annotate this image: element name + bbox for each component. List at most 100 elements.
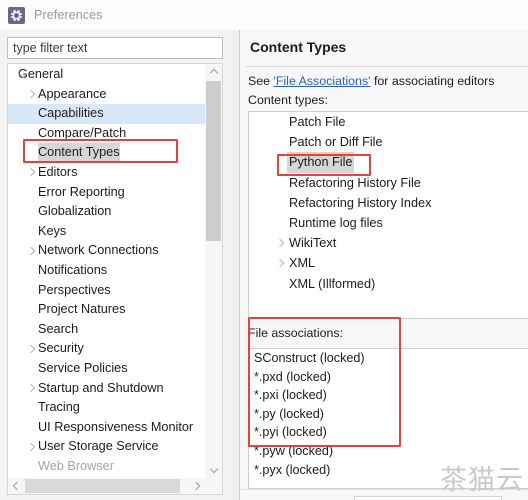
content-type-item[interactable]: Python File (249, 152, 528, 173)
file-associations-items: SConstruct (locked) *.pxd (locked) *.pxi (… (249, 349, 528, 479)
tree-item-label: Startup and Shutdown (38, 380, 164, 395)
tree-item-label: Service Policies (38, 360, 128, 375)
content-types-items: Patch File Patch or Diff File Python File R… (249, 112, 528, 294)
content-type-label: Patch or Diff File (289, 135, 383, 150)
default-encoding-input[interactable] (354, 496, 503, 500)
file-associations-hint: See 'File Associations' for associating … (248, 74, 494, 88)
content-type-label: Refactoring History Index (289, 195, 432, 210)
scroll-left-arrow-icon[interactable] (8, 478, 24, 494)
preferences-tree[interactable]: General Appearance Capabilities Compare/Pat… (7, 63, 223, 495)
scroll-up-arrow-icon[interactable] (205, 64, 222, 80)
content-type-label: WikiText (289, 236, 337, 251)
file-association-item[interactable]: *.pxi (locked) (249, 386, 528, 405)
tree-item[interactable]: Perspectives (8, 281, 206, 301)
content-type-label: Patch File (289, 115, 346, 129)
filter-input[interactable] (7, 37, 223, 59)
title-bar: Preferences (0, 0, 528, 30)
file-association-item[interactable]: *.py (locked) (249, 405, 528, 424)
file-association-item[interactable]: *.pyw (locked) (249, 442, 528, 461)
file-association-item[interactable]: SConstruct (locked) (249, 349, 528, 368)
content-type-item[interactable]: Patch File (249, 112, 528, 132)
tree-item-label: Keys (38, 223, 67, 238)
hint-prefix: See (248, 74, 274, 88)
tree-item-label: Globalization (38, 204, 112, 219)
content-type-label: Python File (287, 152, 355, 173)
content-type-label: Runtime log files (289, 215, 383, 230)
tree-item[interactable]: UI Responsiveness Monitor (8, 418, 206, 438)
tree-vertical-scrollbar[interactable] (205, 64, 222, 478)
file-associations-label: File associations: (248, 326, 344, 340)
content-types-label: Content types: (248, 93, 328, 107)
tree-item-label: Notifications (38, 262, 108, 277)
tree-item-label: General (18, 67, 64, 81)
vertical-scroll-thumb[interactable] (206, 81, 221, 241)
file-associations-link[interactable]: 'File Associations' (274, 74, 371, 88)
scroll-right-arrow-icon[interactable] (189, 478, 205, 494)
hint-suffix: for associating editors (370, 74, 495, 88)
tree-item-label: Tracing (38, 400, 80, 415)
tree-item-label: Security (38, 341, 84, 356)
tree-item-list: General Appearance Capabilities Compare/Pat… (8, 64, 206, 478)
scroll-down-arrow-icon[interactable] (205, 462, 222, 478)
file-association-item[interactable]: *.pyi (locked) (249, 423, 528, 442)
page-title: Content Types (250, 39, 347, 55)
tree-item[interactable]: Globalization (8, 202, 206, 222)
tree-item-label: Appearance (38, 86, 107, 101)
tree-item[interactable]: Compare/Patch (8, 124, 206, 144)
file-association-item[interactable]: *.pyx (locked) (249, 461, 528, 480)
tree-item[interactable]: General (8, 65, 206, 85)
title-divider (246, 66, 528, 67)
horizontal-scroll-thumb[interactable] (25, 479, 180, 493)
content-type-item[interactable]: XML (249, 253, 528, 273)
tree-item-label: Error Reporting (38, 184, 125, 199)
tree-item[interactable]: Editors (8, 163, 206, 183)
tree-item-label: Perspectives (38, 282, 111, 297)
content-types-listbox[interactable]: Patch File Patch or Diff File Python File R… (248, 111, 528, 319)
file-associations-listbox[interactable]: SConstruct (locked) *.pxd (locked) *.pxi (… (248, 348, 528, 489)
content-type-item[interactable]: Refactoring History File (249, 173, 528, 193)
file-association-item[interactable]: *.pxd (locked) (249, 368, 528, 387)
content-type-label: XML (289, 256, 316, 271)
tree-item[interactable]: Capabilities (8, 104, 206, 124)
tree-item[interactable]: Tracing (8, 398, 206, 418)
default-encoding-row: Default encoding: (248, 496, 503, 500)
tree-item[interactable]: Security (8, 339, 206, 359)
tree-item[interactable]: Network Connections (8, 241, 206, 261)
tree-item-label: User Storage Service (38, 439, 159, 454)
content-type-item[interactable]: Refactoring History Index (249, 193, 528, 213)
tree-item-label: Project Natures (38, 302, 126, 317)
tree-item-label: Compare/Patch (38, 125, 127, 140)
bottom-divider (240, 489, 528, 490)
tree-item[interactable]: Content Types (8, 143, 206, 163)
window-title: Preferences (34, 8, 103, 22)
tree-item[interactable]: Keys (8, 222, 206, 242)
content-type-item[interactable]: WikiText (249, 233, 528, 253)
content-types-pane: Content Types See 'File Associations' fo… (239, 30, 528, 500)
tree-item-label: Search (38, 321, 79, 336)
preferences-gear-icon (8, 6, 25, 24)
tree-item[interactable]: Project Natures (8, 300, 206, 320)
tree-horizontal-scrollbar[interactable] (8, 478, 222, 494)
tree-item-label: Web Browser (38, 458, 114, 473)
content-type-label: XML (Illformed) (289, 276, 376, 291)
tree-item-label: Network Connections (38, 243, 159, 258)
tree-item[interactable]: Appearance (8, 85, 206, 105)
tree-item-label: Capabilities (38, 104, 104, 124)
left-navigation-pane: General Appearance CapabilitiesCompare/Pat… (0, 30, 232, 500)
content-type-item[interactable]: XML (Illformed) (249, 274, 528, 294)
tree-item-label: Editors (38, 164, 78, 179)
tree-item-label: UI Responsiveness Monitor (38, 419, 194, 434)
scrollbar-corner (205, 478, 222, 494)
tree-item[interactable]: Notifications (8, 261, 206, 281)
preferences-dialog: Preferences General Appearance Capabilitie… (0, 0, 528, 500)
tree-item[interactable]: Search (8, 320, 206, 340)
tree-item[interactable]: User Storage Service (8, 437, 206, 457)
tree-item[interactable]: Web Browser (8, 457, 206, 477)
tree-item[interactable]: Service Policies (8, 359, 206, 379)
content-type-item[interactable]: Patch or Diff File (249, 132, 528, 152)
content-type-label: Refactoring History File (289, 175, 421, 190)
tree-item[interactable]: Startup and Shutdown (8, 379, 206, 399)
tree-item-label: Content Types (38, 143, 120, 163)
tree-item[interactable]: Error Reporting (8, 183, 206, 203)
content-type-item[interactable]: Runtime log files (249, 213, 528, 233)
